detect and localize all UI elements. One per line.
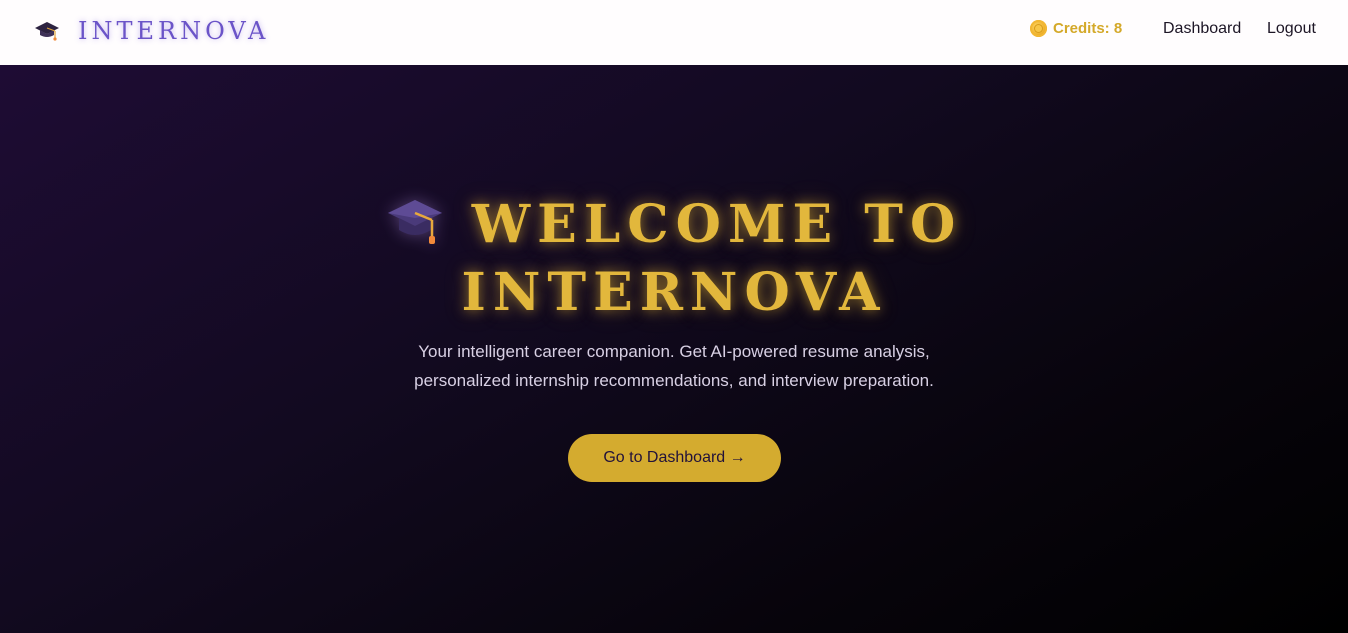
graduation-cap-icon [387,200,442,244]
coin-icon [1030,20,1047,37]
nav-link-logout[interactable]: Logout [1267,20,1316,38]
credits-label: Credits: 8 [1053,20,1123,37]
credits-badge: Credits: 8 [1030,20,1122,37]
brand-logo[interactable]: INTERNOVA [34,16,269,46]
hero-title-text-1: WELCOME TO [471,194,963,255]
hero-subtitle: Your intelligent career companion. Get A… [0,337,1348,395]
hero-section: WELCOME TO INTERNOVA Your intelligent ca… [0,65,1348,633]
navbar: INTERNOVA Credits: 8 Dashboard Logout [0,0,1348,65]
graduation-cap-icon [35,22,59,41]
brand-name: INTERNOVA [78,17,270,45]
hero-title-line-2: INTERNOVA [461,262,887,323]
nav-link-dashboard[interactable]: Dashboard [1163,20,1241,38]
hero-title-line-1: WELCOME TO [0,191,1348,259]
hero-title: WELCOME TO INTERNOVA [0,191,1348,327]
hero-subtitle-line-1: Your intelligent career companion. Get A… [418,342,930,361]
hero-subtitle-line-2: personalized internship recommendations,… [414,371,934,390]
go-to-dashboard-button[interactable]: Go to Dashboard → [568,434,781,482]
